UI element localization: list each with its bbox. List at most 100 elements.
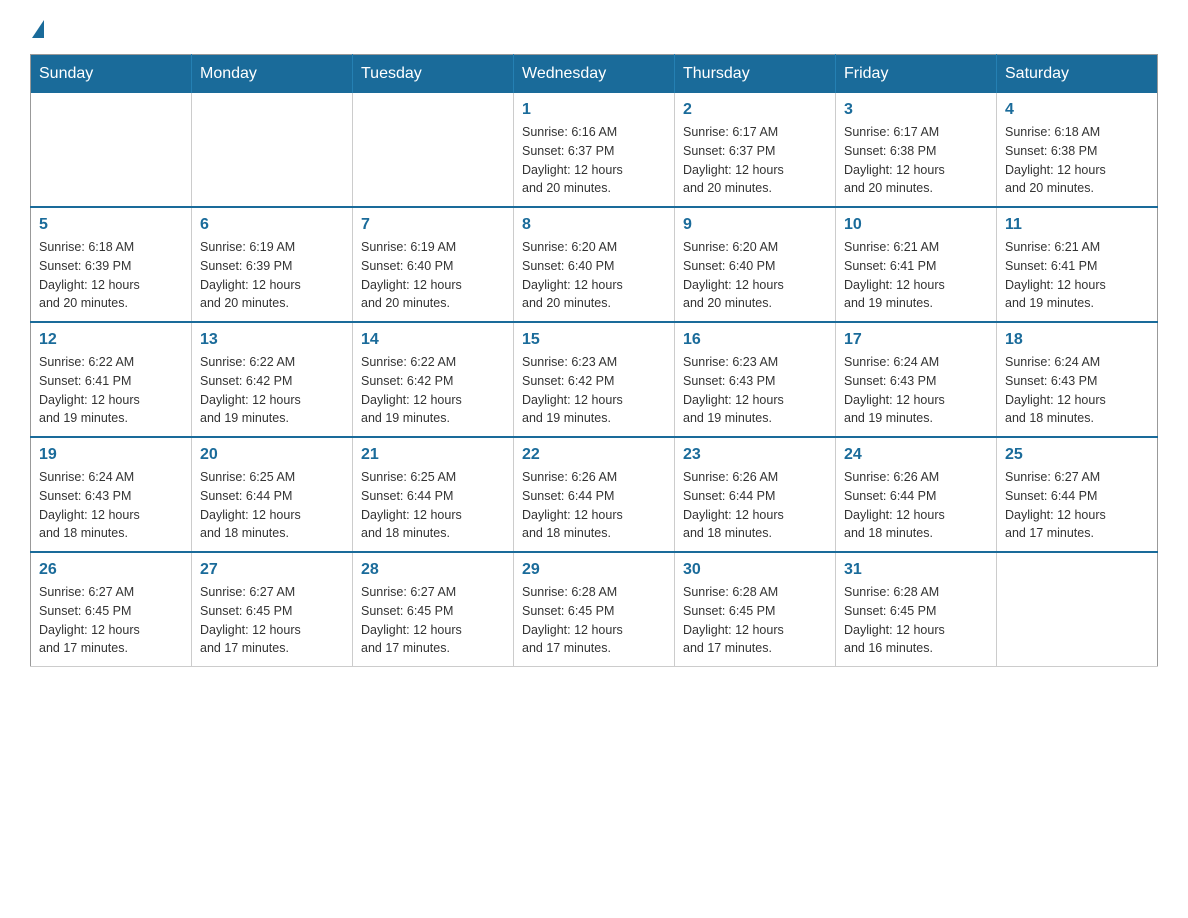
day-number: 14	[361, 331, 505, 349]
day-number: 6	[200, 216, 344, 234]
calendar-cell: 8 Sunrise: 6:20 AM Sunset: 6:40 PM Daylig…	[514, 207, 675, 322]
day-of-week-header: Thursday	[675, 55, 836, 94]
day-info: Sunrise: 6:17 AM Sunset: 6:37 PM Dayligh…	[683, 123, 827, 198]
page-header	[30, 20, 1158, 34]
calendar-cell: 14 Sunrise: 6:22 AM Sunset: 6:42 PM Dayli…	[353, 322, 514, 437]
day-info: Sunrise: 6:25 AM Sunset: 6:44 PM Dayligh…	[200, 468, 344, 543]
day-info: Sunrise: 6:24 AM Sunset: 6:43 PM Dayligh…	[39, 468, 183, 543]
day-number: 27	[200, 561, 344, 579]
calendar-week-row: 5 Sunrise: 6:18 AM Sunset: 6:39 PM Daylig…	[31, 207, 1158, 322]
calendar-cell: 21 Sunrise: 6:25 AM Sunset: 6:44 PM Dayli…	[353, 437, 514, 552]
calendar-cell: 16 Sunrise: 6:23 AM Sunset: 6:43 PM Dayli…	[675, 322, 836, 437]
day-info: Sunrise: 6:28 AM Sunset: 6:45 PM Dayligh…	[844, 583, 988, 658]
calendar-cell: 17 Sunrise: 6:24 AM Sunset: 6:43 PM Dayli…	[836, 322, 997, 437]
day-of-week-header: Friday	[836, 55, 997, 94]
calendar-cell: 15Sunrise: 6:23 AM Sunset: 6:42 PM Dayli…	[514, 322, 675, 437]
calendar-body: 1Sunrise: 6:16 AM Sunset: 6:37 PM Daylig…	[31, 93, 1158, 667]
logo-text	[30, 20, 44, 36]
day-number: 23	[683, 446, 827, 464]
day-info: Sunrise: 6:27 AM Sunset: 6:44 PM Dayligh…	[1005, 468, 1149, 543]
day-number: 26	[39, 561, 183, 579]
day-number: 21	[361, 446, 505, 464]
calendar-cell	[192, 93, 353, 207]
day-number: 16	[683, 331, 827, 349]
calendar-cell: 4 Sunrise: 6:18 AM Sunset: 6:38 PM Daylig…	[997, 93, 1158, 207]
calendar-cell: 3Sunrise: 6:17 AM Sunset: 6:38 PM Daylig…	[836, 93, 997, 207]
calendar-cell: 26 Sunrise: 6:27 AM Sunset: 6:45 PM Dayli…	[31, 552, 192, 667]
days-of-week-row: SundayMondayTuesdayWednesdayThursdayFrid…	[31, 55, 1158, 94]
calendar-week-row: 1Sunrise: 6:16 AM Sunset: 6:37 PM Daylig…	[31, 93, 1158, 207]
day-info: Sunrise: 6:27 AM Sunset: 6:45 PM Dayligh…	[361, 583, 505, 658]
calendar-cell: 11 Sunrise: 6:21 AM Sunset: 6:41 PM Dayli…	[997, 207, 1158, 322]
calendar-cell: 13Sunrise: 6:22 AM Sunset: 6:42 PM Dayli…	[192, 322, 353, 437]
day-number: 7	[361, 216, 505, 234]
calendar-header: SundayMondayTuesdayWednesdayThursdayFrid…	[31, 55, 1158, 94]
day-number: 4	[1005, 101, 1149, 119]
day-number: 8	[522, 216, 666, 234]
day-info: Sunrise: 6:22 AM Sunset: 6:42 PM Dayligh…	[361, 353, 505, 428]
calendar-cell: 5 Sunrise: 6:18 AM Sunset: 6:39 PM Daylig…	[31, 207, 192, 322]
day-info: Sunrise: 6:20 AM Sunset: 6:40 PM Dayligh…	[683, 238, 827, 313]
day-info: Sunrise: 6:16 AM Sunset: 6:37 PM Dayligh…	[522, 123, 666, 198]
day-number: 18	[1005, 331, 1149, 349]
day-number: 5	[39, 216, 183, 234]
calendar-cell: 12Sunrise: 6:22 AM Sunset: 6:41 PM Dayli…	[31, 322, 192, 437]
calendar-cell	[31, 93, 192, 207]
day-number: 2	[683, 101, 827, 119]
day-info: Sunrise: 6:20 AM Sunset: 6:40 PM Dayligh…	[522, 238, 666, 313]
day-info: Sunrise: 6:21 AM Sunset: 6:41 PM Dayligh…	[1005, 238, 1149, 313]
day-info: Sunrise: 6:27 AM Sunset: 6:45 PM Dayligh…	[200, 583, 344, 658]
calendar-cell	[997, 552, 1158, 667]
day-of-week-header: Saturday	[997, 55, 1158, 94]
day-info: Sunrise: 6:19 AM Sunset: 6:40 PM Dayligh…	[361, 238, 505, 313]
day-info: Sunrise: 6:19 AM Sunset: 6:39 PM Dayligh…	[200, 238, 344, 313]
calendar-cell: 10Sunrise: 6:21 AM Sunset: 6:41 PM Dayli…	[836, 207, 997, 322]
day-number: 28	[361, 561, 505, 579]
calendar-cell: 19 Sunrise: 6:24 AM Sunset: 6:43 PM Dayli…	[31, 437, 192, 552]
day-info: Sunrise: 6:24 AM Sunset: 6:43 PM Dayligh…	[844, 353, 988, 428]
day-number: 30	[683, 561, 827, 579]
calendar-week-row: 12Sunrise: 6:22 AM Sunset: 6:41 PM Dayli…	[31, 322, 1158, 437]
day-info: Sunrise: 6:28 AM Sunset: 6:45 PM Dayligh…	[522, 583, 666, 658]
day-info: Sunrise: 6:25 AM Sunset: 6:44 PM Dayligh…	[361, 468, 505, 543]
calendar-week-row: 19 Sunrise: 6:24 AM Sunset: 6:43 PM Dayli…	[31, 437, 1158, 552]
calendar-cell: 24Sunrise: 6:26 AM Sunset: 6:44 PM Dayli…	[836, 437, 997, 552]
calendar-cell: 28 Sunrise: 6:27 AM Sunset: 6:45 PM Dayli…	[353, 552, 514, 667]
day-info: Sunrise: 6:26 AM Sunset: 6:44 PM Dayligh…	[844, 468, 988, 543]
day-number: 3	[844, 101, 988, 119]
calendar-cell	[353, 93, 514, 207]
day-number: 10	[844, 216, 988, 234]
day-of-week-header: Tuesday	[353, 55, 514, 94]
day-number: 17	[844, 331, 988, 349]
day-number: 9	[683, 216, 827, 234]
day-info: Sunrise: 6:18 AM Sunset: 6:38 PM Dayligh…	[1005, 123, 1149, 198]
day-info: Sunrise: 6:24 AM Sunset: 6:43 PM Dayligh…	[1005, 353, 1149, 428]
day-number: 13	[200, 331, 344, 349]
day-info: Sunrise: 6:23 AM Sunset: 6:43 PM Dayligh…	[683, 353, 827, 428]
day-info: Sunrise: 6:28 AM Sunset: 6:45 PM Dayligh…	[683, 583, 827, 658]
calendar-week-row: 26 Sunrise: 6:27 AM Sunset: 6:45 PM Dayli…	[31, 552, 1158, 667]
day-info: Sunrise: 6:18 AM Sunset: 6:39 PM Dayligh…	[39, 238, 183, 313]
calendar-cell: 29 Sunrise: 6:28 AM Sunset: 6:45 PM Dayli…	[514, 552, 675, 667]
calendar-cell: 18 Sunrise: 6:24 AM Sunset: 6:43 PM Dayli…	[997, 322, 1158, 437]
calendar-cell: 25 Sunrise: 6:27 AM Sunset: 6:44 PM Dayli…	[997, 437, 1158, 552]
day-number: 15	[522, 331, 666, 349]
day-info: Sunrise: 6:27 AM Sunset: 6:45 PM Dayligh…	[39, 583, 183, 658]
logo-arrow-icon	[32, 20, 44, 38]
calendar-cell: 1Sunrise: 6:16 AM Sunset: 6:37 PM Daylig…	[514, 93, 675, 207]
day-number: 25	[1005, 446, 1149, 464]
day-of-week-header: Wednesday	[514, 55, 675, 94]
day-number: 29	[522, 561, 666, 579]
calendar-cell: 9 Sunrise: 6:20 AM Sunset: 6:40 PM Daylig…	[675, 207, 836, 322]
calendar-cell: 22 Sunrise: 6:26 AM Sunset: 6:44 PM Dayli…	[514, 437, 675, 552]
calendar-cell: 30 Sunrise: 6:28 AM Sunset: 6:45 PM Dayli…	[675, 552, 836, 667]
calendar-table: SundayMondayTuesdayWednesdayThursdayFrid…	[30, 54, 1158, 667]
calendar-cell: 7 Sunrise: 6:19 AM Sunset: 6:40 PM Daylig…	[353, 207, 514, 322]
day-number: 11	[1005, 216, 1149, 234]
day-number: 22	[522, 446, 666, 464]
day-info: Sunrise: 6:26 AM Sunset: 6:44 PM Dayligh…	[522, 468, 666, 543]
calendar-cell: 2 Sunrise: 6:17 AM Sunset: 6:37 PM Daylig…	[675, 93, 836, 207]
day-number: 19	[39, 446, 183, 464]
day-number: 20	[200, 446, 344, 464]
day-number: 31	[844, 561, 988, 579]
